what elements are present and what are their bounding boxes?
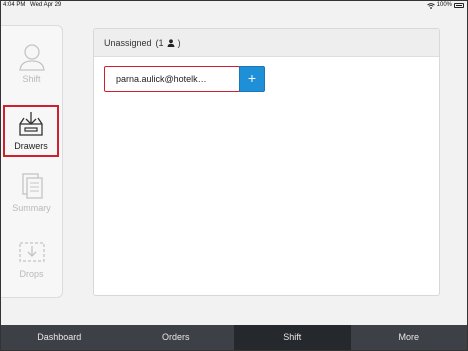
sidebar: Shift Drawers Summary Drops: [1, 25, 63, 298]
unassigned-count: (1 ): [156, 38, 181, 48]
panel-title: Unassigned: [104, 37, 152, 48]
status-right: 100%: [426, 2, 464, 9]
status-date: Wed Apr 29: [30, 2, 62, 8]
sidebar-item-shift[interactable]: Shift: [2, 43, 61, 84]
status-time: 4:04 PM: [3, 2, 26, 8]
drawer-icon: [19, 112, 43, 136]
sidebar-item-drawers[interactable]: Drawers: [3, 105, 59, 157]
wifi-icon: [426, 2, 435, 9]
sidebar-item-label: Shift: [22, 74, 41, 84]
user-email-chip[interactable]: parna.aulick@hotelk…: [104, 66, 240, 92]
bottom-tab-bar: Dashboard Orders Shift More: [1, 325, 467, 350]
unassigned-panel: Unassigned (1 ) parna.aulick@hotelk… +: [93, 28, 440, 296]
add-user-button[interactable]: +: [239, 66, 265, 92]
battery-percent: 100%: [436, 2, 452, 8]
panel-header: Unassigned (1 ): [94, 29, 439, 57]
person-icon: [18, 44, 45, 71]
tab-more[interactable]: More: [351, 325, 468, 350]
sidebar-item-label: Summary: [12, 203, 51, 213]
status-bar: 4:04 PM Wed Apr 29 100%: [1, 1, 467, 10]
drop-tray-icon: [18, 242, 45, 262]
tab-orders[interactable]: Orders: [118, 325, 235, 350]
sidebar-item-label: Drawers: [14, 141, 48, 151]
count-close: ): [177, 37, 181, 48]
status-left: 4:04 PM Wed Apr 29: [3, 2, 61, 9]
sidebar-item-drops[interactable]: Drops: [2, 238, 61, 279]
battery-icon: [454, 3, 464, 8]
tab-dashboard[interactable]: Dashboard: [1, 325, 118, 350]
app-screen: 4:04 PM Wed Apr 29 100% Shift Drawers Su…: [0, 0, 468, 351]
document-icon: [21, 173, 43, 199]
tab-shift[interactable]: Shift: [234, 325, 351, 350]
sidebar-item-summary[interactable]: Summary: [2, 172, 61, 213]
person-small-icon: [167, 38, 175, 47]
sidebar-item-label: Drops: [19, 269, 44, 279]
count-value: (1: [155, 37, 164, 48]
